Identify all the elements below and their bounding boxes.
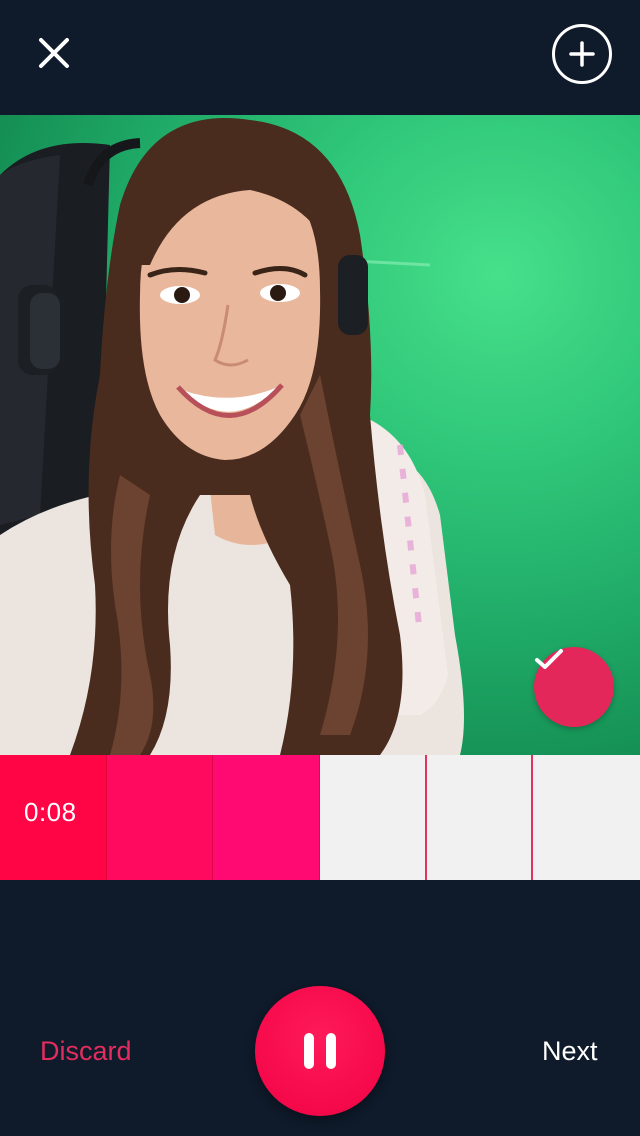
progress-segment-recorded bbox=[213, 755, 320, 880]
progress-segment-recorded bbox=[106, 755, 214, 880]
top-bar bbox=[0, 0, 640, 115]
add-clip-button[interactable] bbox=[552, 24, 612, 84]
confirm-clip-button[interactable] bbox=[534, 647, 614, 727]
video-recorder-screen: 0:08 Discard Next bbox=[0, 0, 640, 1136]
discard-button[interactable]: Discard bbox=[40, 1036, 132, 1067]
elapsed-time: 0:08 bbox=[24, 797, 77, 827]
progress-segment-empty bbox=[427, 755, 534, 880]
close-icon bbox=[39, 38, 69, 68]
plus-circle-icon bbox=[569, 41, 595, 67]
pause-icon bbox=[304, 1033, 336, 1069]
close-button[interactable] bbox=[30, 32, 78, 74]
progress-segment-empty bbox=[320, 755, 427, 880]
camera-preview bbox=[0, 115, 640, 755]
checkmark-icon bbox=[535, 649, 563, 669]
next-button[interactable]: Next bbox=[542, 1036, 598, 1067]
recording-progress-bar: 0:08 bbox=[0, 755, 640, 880]
pause-record-button[interactable] bbox=[255, 986, 385, 1116]
progress-segment-empty bbox=[533, 755, 640, 880]
